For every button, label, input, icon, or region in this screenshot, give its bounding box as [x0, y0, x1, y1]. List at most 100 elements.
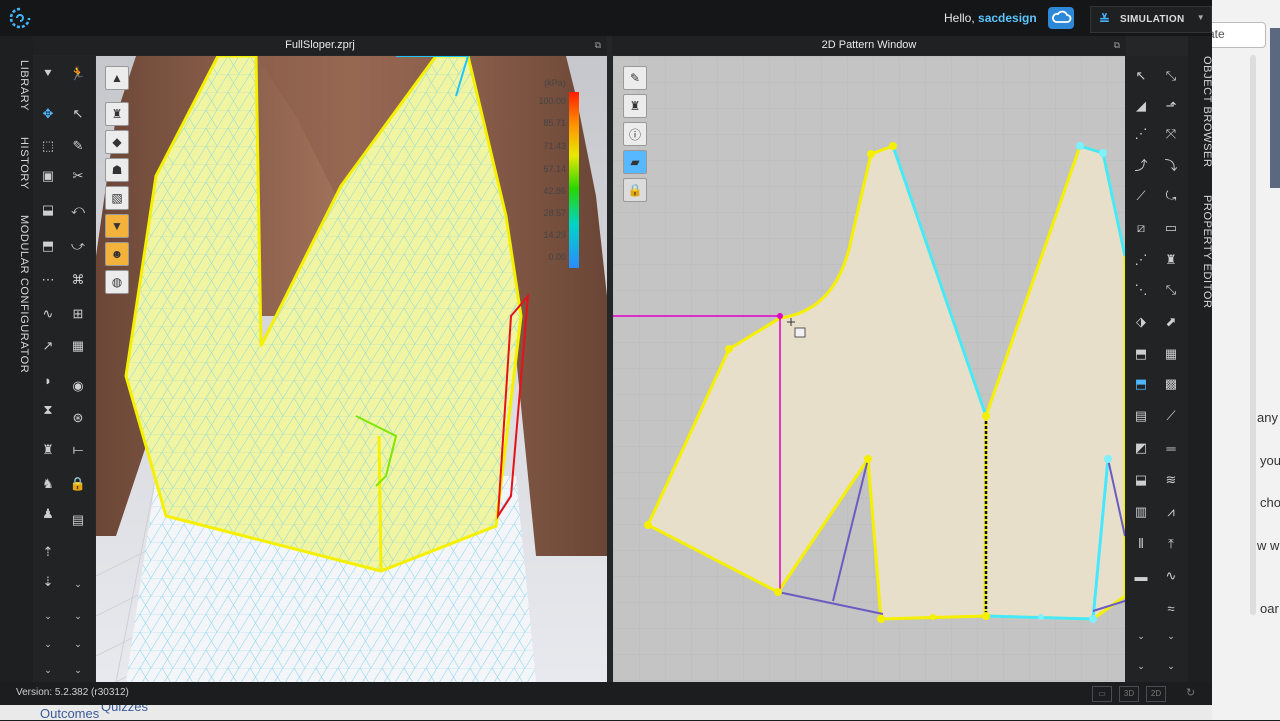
- more-tools-icon[interactable]: ⌄: [36, 658, 60, 682]
- view-split-button[interactable]: ▭: [1092, 686, 1112, 702]
- more-tools-icon[interactable]: ⌄: [1129, 624, 1153, 648]
- edit-texture-icon[interactable]: ⬒: [1129, 372, 1153, 396]
- circumference-icon[interactable]: ⌘: [66, 268, 90, 292]
- view-2d-button[interactable]: 2D: [1146, 686, 1166, 702]
- line-tool-icon[interactable]: ↗: [36, 334, 60, 358]
- more-tools-icon[interactable]: ⌄: [1159, 624, 1183, 648]
- texture-icon[interactable]: ⊞: [66, 302, 90, 326]
- segment-icon[interactable]: ⋱: [1129, 278, 1153, 302]
- edit-segment-icon[interactable]: ⬏: [1159, 94, 1183, 118]
- sewing-line-icon[interactable]: ∿: [36, 302, 60, 326]
- more-tools-icon[interactable]: ⌄: [36, 632, 60, 656]
- edit-pattern-icon[interactable]: ✎: [623, 66, 647, 90]
- select-pattern-icon[interactable]: ↖: [66, 102, 90, 126]
- iron-icon[interactable]: ⤻: [66, 234, 90, 258]
- steam-icon[interactable]: ⬒: [36, 234, 60, 258]
- zipper-icon[interactable]: ⧗: [36, 398, 60, 422]
- trace-icon[interactable]: ▭: [1159, 216, 1183, 240]
- topstitch-icon[interactable]: ⟝: [66, 438, 90, 462]
- layer-down-icon[interactable]: ⇣: [36, 570, 60, 594]
- guide-point[interactable]: [777, 313, 783, 319]
- trim-icon[interactable]: ♞: [36, 472, 60, 496]
- show-garment-icon[interactable]: ♜: [623, 94, 647, 118]
- more-tools-icon[interactable]: ⌄: [1159, 654, 1183, 678]
- ruler-icon[interactable]: ⦀: [1129, 532, 1153, 556]
- box-pin-icon[interactable]: ▣: [36, 164, 60, 188]
- cut-pattern-icon[interactable]: ⤧: [1159, 122, 1183, 146]
- display-avatar-skin-icon[interactable]: ☻: [105, 242, 129, 266]
- grid-icon[interactable]: ▤: [66, 508, 90, 532]
- folder-icon[interactable]: ⬒: [1129, 342, 1153, 366]
- more-tools-icon[interactable]: ⌄: [36, 604, 60, 628]
- fabric-display-icon[interactable]: ▰: [623, 150, 647, 174]
- curve-point-icon[interactable]: ⤴: [1129, 152, 1153, 176]
- topstitch-2d-icon[interactable]: ◩: [1129, 436, 1153, 460]
- more-tools-icon[interactable]: ⌄: [66, 604, 90, 628]
- buttonhole-icon[interactable]: ⊛: [66, 406, 90, 430]
- shirring-icon[interactable]: ▥: [1129, 500, 1153, 524]
- display-fabric-icon[interactable]: ◆: [105, 130, 129, 154]
- wavy-line-icon[interactable]: ∿: [1159, 564, 1183, 588]
- display-texture-icon[interactable]: ▧: [105, 186, 129, 210]
- avatar-pose-icon[interactable]: ♟: [36, 502, 60, 526]
- expand-icon[interactable]: ⧉: [1114, 36, 1120, 55]
- tab-library[interactable]: LIBRARY: [4, 51, 30, 121]
- elastic-icon[interactable]: ▬: [1129, 564, 1153, 588]
- texture-2d-icon[interactable]: ▦: [1159, 342, 1183, 366]
- expand-icon[interactable]: ⧉: [595, 36, 601, 55]
- zigzag-icon[interactable]: ⩘: [1159, 500, 1183, 524]
- add-point-icon[interactable]: ⋰: [1129, 122, 1153, 146]
- tab-object-browser[interactable]: OBJECT BROWSER: [1187, 52, 1213, 172]
- more-tools-icon[interactable]: ⌄: [66, 572, 90, 596]
- graphic-icon[interactable]: ▤: [1129, 404, 1153, 428]
- display-avatar-icon[interactable]: ▲: [105, 66, 129, 90]
- puckering-icon[interactable]: ⬓: [1129, 468, 1153, 492]
- tab-modular-configurator[interactable]: MODULAR CONFIGURATOR: [4, 214, 30, 374]
- layer-up-icon[interactable]: ⇡: [36, 540, 60, 564]
- view-3d-button[interactable]: 3D: [1119, 686, 1139, 702]
- edit-curvature-icon[interactable]: ◢: [1129, 94, 1153, 118]
- sew-icon[interactable]: ⤵: [1159, 152, 1183, 176]
- box-select-icon[interactable]: ⬚: [36, 134, 60, 158]
- fold-icon[interactable]: ✂: [66, 164, 90, 188]
- info-icon[interactable]: ⓘ: [623, 122, 647, 146]
- cloud-button[interactable]: [1048, 7, 1074, 29]
- dart-icon[interactable]: ⋰: [1129, 248, 1153, 272]
- more-tools-icon[interactable]: ⌄: [1129, 654, 1153, 678]
- simulation-mode-dropdown[interactable]: ≚ SIMULATION ▼: [1090, 6, 1212, 33]
- grading-icon[interactable]: ⬈: [1159, 310, 1183, 334]
- transform-move-icon[interactable]: ✥: [36, 102, 60, 126]
- more-tools-icon[interactable]: ⌄: [66, 658, 90, 682]
- flatten-icon[interactable]: ⬓: [36, 198, 60, 222]
- pattern-fill-icon[interactable]: ▦: [66, 334, 90, 358]
- button-icon[interactable]: ◉: [66, 374, 90, 398]
- measure-icon[interactable]: ⋯: [36, 268, 60, 292]
- garment-fit-icon[interactable]: ♜: [1159, 248, 1183, 272]
- tack-icon[interactable]: ⤺: [66, 198, 90, 222]
- display-environment-icon[interactable]: ◍: [105, 270, 129, 294]
- gauge-icon[interactable]: ≈: [1159, 596, 1183, 620]
- transform-pattern-icon[interactable]: ⤡: [1159, 64, 1183, 88]
- lock-icon[interactable]: 🔒: [66, 472, 90, 496]
- wave-icon[interactable]: ≋: [1159, 468, 1183, 492]
- fold-2d-icon[interactable]: ⤡: [1159, 278, 1183, 302]
- select-mesh-icon[interactable]: ⯆: [36, 62, 60, 86]
- measurement-icon[interactable]: ⤒: [1159, 532, 1183, 556]
- more-tools-icon[interactable]: ⌄: [66, 632, 90, 656]
- texture-checker-icon[interactable]: ▩: [1159, 372, 1183, 396]
- 3d-viewport[interactable]: ▲ ♜ ◆ ☗ ▧ ▼ ☻ ◍ (kPa) 100.00 85.71 71.43…: [96, 56, 607, 682]
- garment-icon[interactable]: ♜: [36, 438, 60, 462]
- display-pin-icon[interactable]: ☗: [105, 158, 129, 182]
- tab-property-editor[interactable]: PROPERTY EDITOR: [1187, 192, 1213, 312]
- line-icon[interactable]: ⟋: [1159, 404, 1183, 428]
- free-topstitch-icon[interactable]: ═: [1159, 436, 1183, 460]
- 2d-pattern-viewport[interactable]: ✎ ♜ ⓘ ▰ 🔒: [613, 56, 1125, 682]
- display-garment-icon[interactable]: ♜: [105, 102, 129, 126]
- polygon-icon[interactable]: ⟋: [1129, 184, 1153, 208]
- internal-line-icon[interactable]: ⧄: [1129, 216, 1153, 240]
- arrangement-icon[interactable]: ◗: [36, 368, 60, 392]
- pin-icon[interactable]: ✎: [66, 134, 90, 158]
- simulation-avatar-icon[interactable]: 🏃: [66, 62, 90, 86]
- adjust-pattern-icon[interactable]: ↖: [1129, 64, 1153, 88]
- refresh-icon[interactable]: ↻: [1186, 686, 1195, 699]
